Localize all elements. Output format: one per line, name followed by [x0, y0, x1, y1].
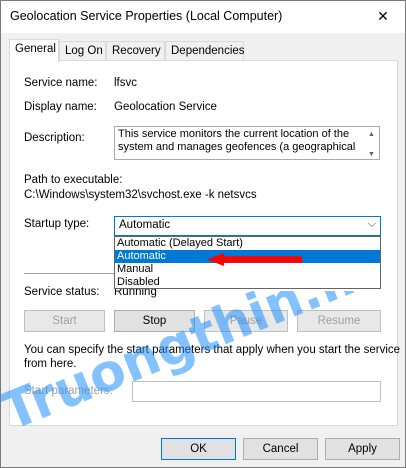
option-manual[interactable]: Manual [115, 263, 380, 276]
window-title: Geolocation Service Properties (Local Co… [10, 9, 283, 23]
tab-recovery[interactable]: Recovery [106, 41, 165, 61]
start-button[interactable]: Start [24, 310, 105, 332]
properties-dialog: Geolocation Service Properties (Local Co… [0, 0, 406, 468]
description-text: This service monitors the current locati… [118, 128, 356, 153]
service-name-label: Service name: [24, 77, 98, 89]
ok-button[interactable]: OK [161, 438, 236, 460]
hint-text-line-2: from here. [24, 358, 77, 370]
pause-button[interactable]: Pause [204, 310, 288, 332]
scroll-up-icon[interactable]: ▲ [368, 128, 375, 141]
startup-type-label: Startup type: [24, 218, 90, 230]
chevron-down-icon[interactable]: ⌵ [368, 218, 376, 231]
display-name-label: Display name: [24, 101, 97, 113]
startup-type-select[interactable]: Automatic ⌵ [114, 216, 381, 236]
start-params-input[interactable] [132, 381, 381, 402]
service-status-label: Service status: [24, 286, 100, 298]
display-name-value: Geolocation Service [114, 101, 217, 113]
tab-dependencies[interactable]: Dependencies [165, 41, 245, 61]
description-label: Description: [24, 132, 85, 144]
option-disabled[interactable]: Disabled [115, 276, 380, 289]
general-panel: Service name: lfsvc Display name: Geoloc… [9, 60, 401, 426]
path-value: C:\Windows\system32\svchost.exe -k netsv… [24, 189, 257, 201]
description-scrollbar[interactable]: ▲ ▼ [365, 127, 379, 159]
tab-general[interactable]: General [9, 39, 59, 62]
close-icon[interactable]: ✕ [361, 1, 405, 33]
separator [24, 273, 114, 274]
cancel-button[interactable]: Cancel [243, 438, 318, 460]
start-params-label: Start parameters: [24, 385, 113, 397]
service-name-value: lfsvc [114, 77, 137, 89]
scroll-down-icon[interactable]: ▼ [368, 148, 375, 159]
resume-button[interactable]: Resume [297, 310, 381, 332]
stop-button[interactable]: Stop [114, 310, 195, 332]
path-label: Path to executable: [24, 174, 123, 186]
apply-button[interactable]: Apply [325, 438, 400, 460]
description-textbox[interactable]: This service monitors the current locati… [114, 126, 380, 160]
startup-type-selected: Automatic [119, 219, 171, 231]
title-bar: Geolocation Service Properties (Local Co… [1, 1, 405, 33]
hint-text-line-1: You can specify the start parameters tha… [24, 344, 401, 356]
tab-log-on[interactable]: Log On [59, 41, 106, 61]
option-automatic-delayed[interactable]: Automatic (Delayed Start) [115, 237, 380, 250]
